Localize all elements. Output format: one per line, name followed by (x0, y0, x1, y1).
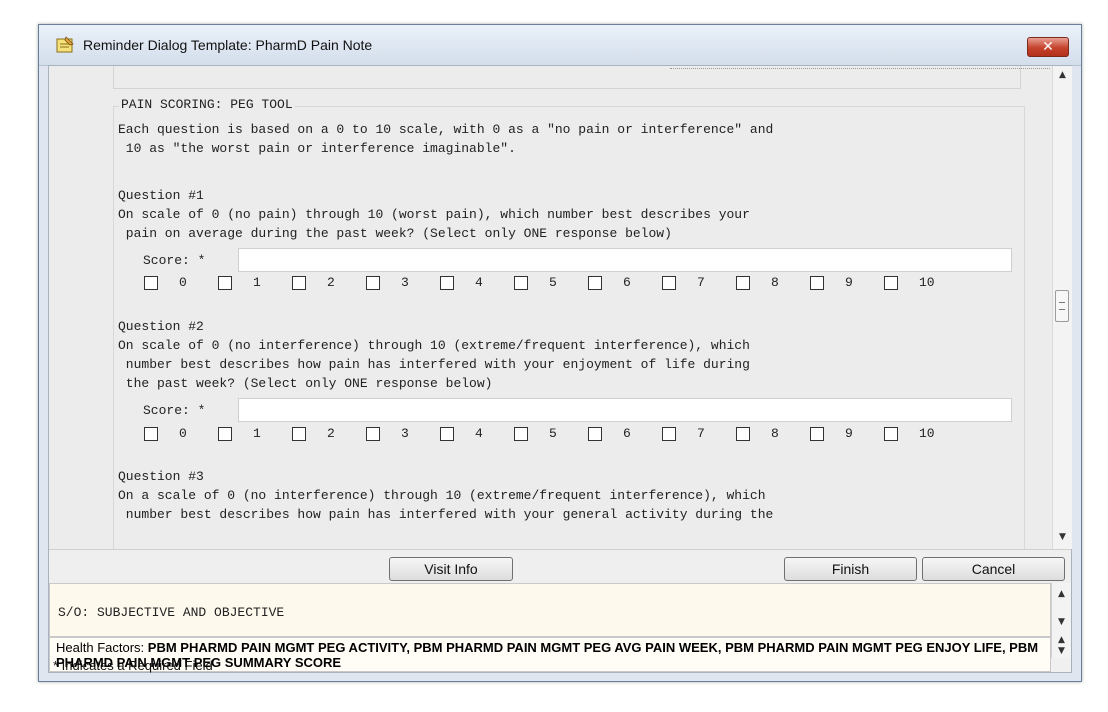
score-option-label[interactable]: 4 (475, 426, 483, 441)
score-option-checkbox[interactable] (144, 427, 158, 441)
score-option-label[interactable]: 4 (475, 275, 483, 290)
title-bar: Reminder Dialog Template: PharmD Pain No… (39, 25, 1081, 66)
scroll-up-icon[interactable]: ▲ (1052, 635, 1071, 645)
score-option-checkbox[interactable] (514, 276, 528, 290)
visit-info-button[interactable]: Visit Info (389, 557, 513, 581)
score-option-checkbox[interactable] (588, 427, 602, 441)
question-2-heading: Question #2 (118, 319, 204, 334)
intro-line-2: 10 as "the worst pain or interference im… (118, 141, 516, 156)
score-option-label[interactable]: 8 (771, 426, 779, 441)
finish-button[interactable]: Finish (784, 557, 917, 581)
score-option-label[interactable]: 3 (401, 426, 409, 441)
score-option-label[interactable]: 1 (253, 275, 261, 290)
reminder-content-panel[interactable]: PAIN SCORING: PEG TOOL Each question is … (49, 66, 1052, 549)
scroll-down-icon[interactable]: ▼ (1052, 646, 1071, 656)
close-icon[interactable]: ✕ (1028, 38, 1068, 56)
question-1-text-line: On scale of 0 (no pain) through 10 (wors… (118, 207, 750, 222)
peg-tool-group-box (113, 106, 1025, 549)
score-option-checkbox[interactable] (366, 276, 380, 290)
question-2-text-line: the past week? (Select only ONE response… (118, 376, 493, 391)
score-option-label[interactable]: 3 (401, 275, 409, 290)
scroll-down-icon[interactable]: ▼ (1052, 617, 1071, 627)
score-option-label[interactable]: 6 (623, 426, 631, 441)
score-option-checkbox[interactable] (736, 427, 750, 441)
question-1-text-line: pain on average during the past week? (S… (118, 226, 672, 241)
divider (670, 68, 1050, 69)
previous-group-box (113, 66, 1050, 89)
score-option-label[interactable]: 2 (327, 275, 335, 290)
scroll-down-icon[interactable]: ▼ (1053, 532, 1072, 542)
content-vertical-scrollbar[interactable]: ▲ ▼ (1052, 66, 1072, 549)
question-1-score-label: Score: * (143, 253, 206, 268)
score-option-label[interactable]: 6 (623, 275, 631, 290)
notepad-icon (56, 36, 74, 53)
score-option-label[interactable]: 9 (845, 275, 853, 290)
question-3-text-line: On a scale of 0 (no interference) throug… (118, 488, 766, 503)
score-option-label[interactable]: 0 (179, 275, 187, 290)
score-option-checkbox[interactable] (218, 427, 232, 441)
score-option-checkbox[interactable] (292, 427, 306, 441)
question-2-score-input[interactable] (238, 398, 1012, 422)
intro-line-1: Each question is based on a 0 to 10 scal… (118, 122, 774, 137)
score-option-label[interactable]: 2 (327, 426, 335, 441)
health-factors-label: Health Factors: (56, 640, 145, 655)
score-option-checkbox[interactable] (292, 276, 306, 290)
close-button[interactable]: ✕ (1027, 37, 1069, 57)
score-option-checkbox[interactable] (810, 276, 824, 290)
score-option-checkbox[interactable] (440, 276, 454, 290)
scrollbar-thumb[interactable] (1055, 290, 1069, 322)
question-3-text-line: number best describes how pain has inter… (118, 507, 774, 522)
score-option-checkbox[interactable] (218, 276, 232, 290)
window-title: Reminder Dialog Template: PharmD Pain No… (83, 37, 373, 53)
score-option-label[interactable]: 5 (549, 426, 557, 441)
scroll-up-icon[interactable]: ▲ (1052, 589, 1071, 599)
score-option-label[interactable]: 7 (697, 426, 705, 441)
score-option-label[interactable]: 10 (919, 426, 935, 441)
score-option-label[interactable]: 7 (697, 275, 705, 290)
score-option-label[interactable]: 5 (549, 275, 557, 290)
score-option-checkbox[interactable] (662, 427, 676, 441)
button-bar: Visit Info Finish Cancel (49, 549, 1071, 584)
score-option-checkbox[interactable] (366, 427, 380, 441)
cancel-button[interactable]: Cancel (922, 557, 1065, 581)
score-option-checkbox[interactable] (810, 427, 824, 441)
note-preview-text: S/O: SUBJECTIVE AND OBJECTIVE (58, 605, 285, 620)
score-option-checkbox[interactable] (884, 276, 898, 290)
score-option-label[interactable]: 0 (179, 426, 187, 441)
question-2-score-label: Score: * (143, 403, 206, 418)
score-option-checkbox[interactable] (884, 427, 898, 441)
dialog-client-area: PAIN SCORING: PEG TOOL Each question is … (48, 65, 1072, 673)
note-preview-box[interactable]: S/O: SUBJECTIVE AND OBJECTIVE (49, 583, 1051, 637)
score-option-label[interactable]: 1 (253, 426, 261, 441)
health-factors-scrollbar[interactable]: ▲ ▼ (1051, 635, 1071, 658)
score-option-checkbox[interactable] (588, 276, 602, 290)
scroll-up-icon[interactable]: ▲ (1053, 70, 1072, 80)
question-1-score-input[interactable] (238, 248, 1012, 272)
note-preview-scrollbar[interactable]: ▲ ▼ (1051, 583, 1071, 637)
score-option-checkbox[interactable] (440, 427, 454, 441)
question-1-heading: Question #1 (118, 188, 204, 203)
question-3-heading: Question #3 (118, 469, 204, 484)
question-2-text-line: On scale of 0 (no interference) through … (118, 338, 750, 353)
score-option-checkbox[interactable] (514, 427, 528, 441)
score-option-checkbox[interactable] (662, 276, 676, 290)
group-caption: PAIN SCORING: PEG TOOL (119, 97, 295, 112)
score-option-label[interactable]: 10 (919, 275, 935, 290)
reminder-dialog-window: Reminder Dialog Template: PharmD Pain No… (38, 24, 1082, 682)
score-option-label[interactable]: 8 (771, 275, 779, 290)
score-option-checkbox[interactable] (736, 276, 750, 290)
score-option-checkbox[interactable] (144, 276, 158, 290)
score-option-label[interactable]: 9 (845, 426, 853, 441)
question-2-text-line: number best describes how pain has inter… (118, 357, 750, 372)
required-field-note: * Indicates a Required Field (53, 658, 213, 673)
